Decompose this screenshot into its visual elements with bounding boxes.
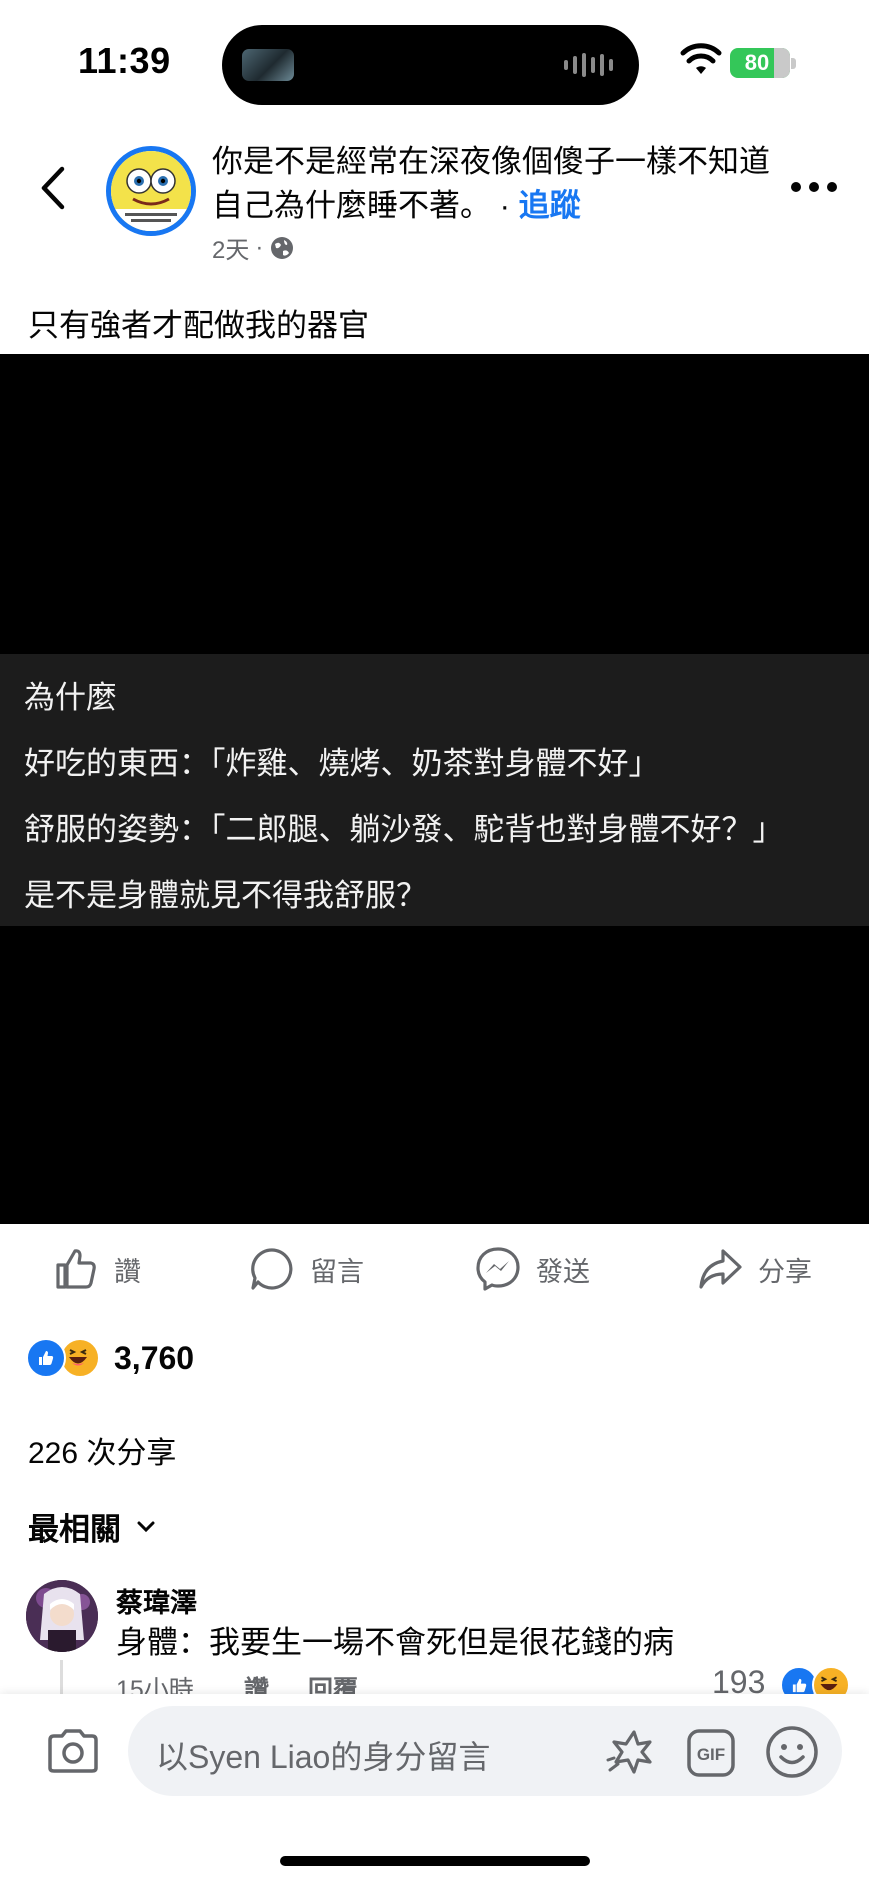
subtitle-line: 為什麼: [24, 680, 117, 715]
sponge-character-icon: [111, 151, 191, 231]
video-player[interactable]: 為什麼 好吃的東西：「炸雞、燒烤、奶茶對身體不好」 舒服的姿勢：「二郎腿、躺沙發…: [0, 354, 869, 1224]
gif-label: GIF: [697, 1745, 725, 1764]
avatar-sticker-icon[interactable]: [604, 1726, 658, 1780]
battery-indicator: 80: [730, 48, 790, 78]
post-action-bar: 讚 留言 發送 分享: [0, 1240, 869, 1298]
battery-empty-portion: [774, 48, 790, 78]
home-indicator: [280, 1856, 590, 1866]
battery-cap: [791, 58, 796, 69]
gif-icon: GIF: [687, 1729, 735, 1777]
subtitle-line: 是不是身體就見不得我舒服？: [24, 878, 427, 913]
now-playing-thumbnail: [242, 49, 294, 81]
reaction-count: 3,760: [114, 1339, 195, 1376]
share-label: 分享: [758, 1256, 812, 1287]
title-separator: ·: [499, 188, 510, 223]
haha-reaction-icon: [60, 1338, 100, 1378]
more-options-icon[interactable]: [790, 180, 838, 194]
chevron-down-icon: [137, 1521, 155, 1532]
globe-icon: [271, 236, 294, 259]
share-button[interactable]: 分享: [696, 1240, 812, 1298]
post-meta: 2天 ·: [212, 230, 295, 265]
commenter-avatar[interactable]: [26, 1580, 98, 1652]
messenger-icon: [476, 1247, 520, 1291]
subtitle-overlay: 為什麼 好吃的東西：「炸雞、燒烤、奶茶對身體不好」 舒服的姿勢：「二郎腿、躺沙發…: [0, 654, 869, 926]
like-label: 讚: [114, 1256, 141, 1287]
subtitle-line: 好吃的東西：「炸雞、燒烤、奶茶對身體不好」: [24, 746, 660, 781]
post-caption: 只有強者才配做我的器官: [28, 308, 369, 343]
subtitle-line: 舒服的姿勢：「二郎腿、躺沙發、駝背也對身體不好？」: [24, 812, 784, 847]
post-age[interactable]: 2天: [212, 230, 249, 265]
gif-button[interactable]: GIF: [686, 1728, 736, 1778]
battery-level: 80: [744, 50, 770, 75]
camera-icon[interactable]: [46, 1728, 100, 1774]
like-button[interactable]: 讚: [52, 1240, 141, 1298]
comment-label: 留言: [310, 1256, 364, 1287]
group-avatar[interactable]: [106, 146, 196, 236]
dynamic-island: [222, 25, 639, 105]
comment-text: 身體：我要生一場不會死但是很花錢的病: [116, 1625, 674, 1660]
thumbs-up-icon: [56, 1249, 96, 1289]
group-title[interactable]: 你是不是經常在深夜像個傻子一樣不知道自己為什麼睡不著。 · 追蹤: [212, 140, 772, 228]
send-button[interactable]: 發送: [474, 1240, 590, 1298]
comment-author[interactable]: 蔡瑋澤: [116, 1581, 197, 1620]
meta-dot: ·: [255, 233, 264, 261]
like-reaction-icon: [26, 1338, 66, 1378]
share-arrow-icon: [699, 1249, 742, 1289]
comment-input-placeholder[interactable]: 以Syen Liao的身分留言: [156, 1732, 490, 1778]
back-arrow-icon[interactable]: [36, 165, 70, 211]
anime-avatar-icon: [26, 1580, 98, 1652]
send-label: 發送: [536, 1256, 590, 1287]
wifi-icon: [680, 43, 722, 74]
comment-button[interactable]: 留言: [248, 1240, 364, 1298]
sort-label: 最相關: [28, 1512, 121, 1547]
comment-sort-dropdown[interactable]: 最相關: [28, 1504, 157, 1549]
emoji-icon[interactable]: [764, 1724, 820, 1780]
audio-waveform-icon: [564, 51, 613, 79]
comment-bubble-icon: [251, 1248, 293, 1290]
group-name[interactable]: 你是不是經常在深夜像個傻子一樣不知道自己為什麼睡不著。: [212, 144, 770, 223]
reaction-summary[interactable]: 3,760: [26, 1338, 194, 1378]
share-count[interactable]: 226 次分享: [28, 1428, 176, 1472]
follow-button[interactable]: 追蹤: [519, 188, 581, 223]
status-time: 11:39: [78, 40, 171, 81]
